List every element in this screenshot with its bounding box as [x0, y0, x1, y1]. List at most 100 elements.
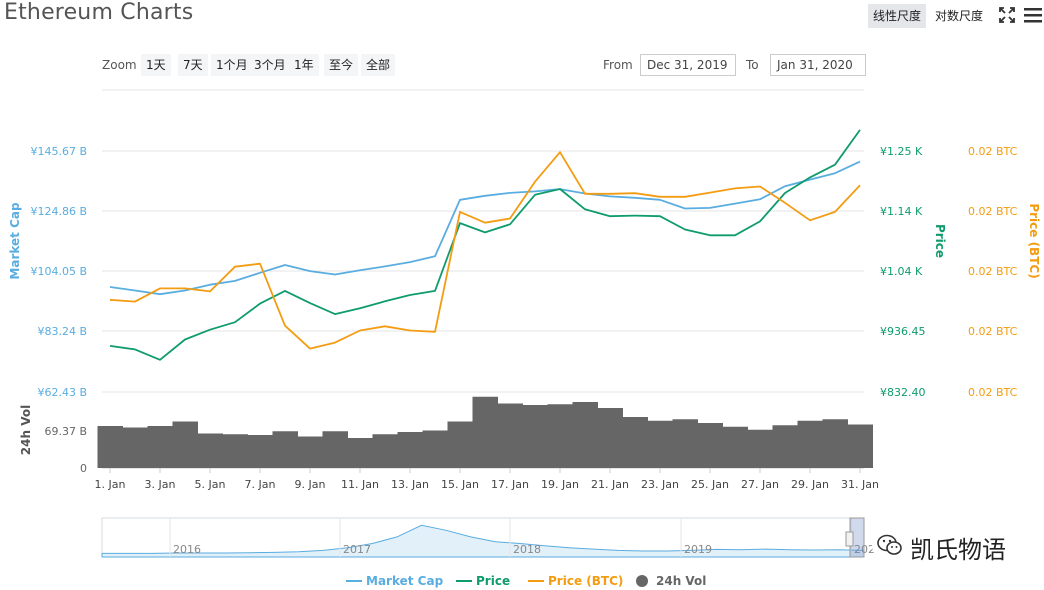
zoom-1m-button[interactable]: 1个月 [211, 54, 253, 76]
volume-axis-title: 24h Vol [19, 405, 33, 455]
x-tick-label: 21. Jan [591, 478, 629, 491]
from-date-input[interactable]: Dec 31, 2019 [640, 54, 736, 76]
volume-bar [122, 427, 148, 468]
zoom-3m-button[interactable]: 3个月 [249, 54, 291, 76]
price-tick-label: ¥1.25 K [880, 145, 923, 158]
expand-icon[interactable] [998, 6, 1016, 24]
volume-bar [97, 426, 123, 468]
market-cap-tick-label: ¥104.05 B [30, 265, 87, 278]
x-tick-label: 31. Jan [841, 478, 879, 491]
price-axis-title: Price [933, 224, 947, 258]
zoom-1d-button[interactable]: 1天 [141, 54, 171, 76]
volume-bar [172, 421, 198, 468]
volume-bar [297, 436, 323, 468]
price-tick-label: ¥832.40 [880, 386, 926, 399]
price-tick-label: ¥1.04 K [880, 265, 923, 278]
navigator-year-label: 2017 [343, 543, 371, 556]
volume-bar [272, 431, 298, 468]
price-btc-tick-label: 0.02 BTC [968, 205, 1018, 218]
x-tick-label: 11. Jan [341, 478, 379, 491]
x-tick-label: 5. Jan [195, 478, 226, 491]
volume-bar [697, 423, 723, 468]
volume-bar [147, 426, 173, 468]
volume-bar [722, 426, 748, 468]
volume-bar [572, 402, 598, 468]
volume-bar [347, 438, 373, 468]
volume-bar [472, 396, 498, 468]
navigator-year-label: 2016 [173, 543, 201, 556]
x-tick-label: 17. Jan [491, 478, 529, 491]
series-line-market-cap [109, 160, 861, 296]
volume-bar [197, 433, 223, 468]
volume-tick-label: 0 [80, 462, 87, 475]
volume-bar [447, 421, 473, 468]
log-scale-button[interactable]: 对数尺度 [930, 4, 988, 28]
series-line-price [109, 129, 861, 361]
legend-item: Price [476, 574, 510, 588]
price-tick-label: ¥936.45 [880, 325, 926, 338]
wechat-icon [877, 534, 902, 555]
watermark-logo [872, 527, 908, 563]
volume-bar [547, 404, 573, 468]
x-tick-label: 27. Jan [741, 478, 779, 491]
legend-swatch [636, 575, 648, 587]
zoom-label: Zoom [102, 58, 137, 72]
market-cap-tick-label: ¥145.67 B [30, 145, 87, 158]
price-btc-tick-label: 0.02 BTC [968, 386, 1018, 399]
price-btc-tick-label: 0.02 BTC [968, 265, 1018, 278]
navigator-frame [101, 517, 865, 558]
zoom-7d-button[interactable]: 7天 [178, 54, 208, 76]
volume-bar [747, 429, 773, 468]
zoom-all-button[interactable]: 全部 [361, 54, 396, 76]
to-date-input[interactable]: Jan 31, 2020 [770, 54, 866, 76]
x-tick-label: 25. Jan [691, 478, 729, 491]
x-tick-label: 1. Jan [95, 478, 126, 491]
legend-item: Price (BTC) [548, 574, 623, 588]
volume-bar [322, 431, 348, 468]
page-title: Ethereum Charts [4, 0, 194, 25]
volume-bar [522, 405, 548, 468]
watermark-text: 凯氏物语 [910, 536, 1006, 564]
x-tick-label: 19. Jan [541, 478, 579, 491]
legend-item: 24h Vol [656, 574, 706, 588]
zoom-1y-button[interactable]: 1年 [289, 54, 319, 76]
x-tick-label: 29. Jan [791, 478, 829, 491]
x-tick-label: 13. Jan [391, 478, 429, 491]
navigator-year-label: 2019 [684, 543, 712, 556]
price-btc-tick-label: 0.02 BTC [968, 145, 1018, 158]
zoom-ytd-button[interactable]: 至今 [324, 54, 359, 76]
menu-icon[interactable] [1023, 6, 1043, 24]
market-cap-tick-label: ¥83.24 B [37, 325, 87, 338]
price-btc-tick-label: 0.02 BTC [968, 325, 1018, 338]
volume-bar [797, 420, 823, 468]
x-tick-label: 7. Jan [245, 478, 276, 491]
volume-bar [647, 420, 673, 468]
volume-bar [497, 403, 523, 468]
volume-bar [622, 417, 648, 468]
volume-bar [372, 434, 398, 468]
navigator-series [101, 524, 865, 558]
from-label: From [603, 58, 633, 72]
x-tick-label: 15. Jan [441, 478, 479, 491]
x-tick-label: 3. Jan [145, 478, 176, 491]
market-cap-tick-label: ¥62.43 B [37, 386, 87, 399]
navigator-year-label: 2018 [513, 543, 541, 556]
volume-tick-label: 69.37 B [44, 425, 87, 438]
x-tick-label: 23. Jan [641, 478, 679, 491]
market-cap-tick-label: ¥124.86 B [30, 205, 87, 218]
volume-bar [847, 424, 873, 468]
legend-item: Market Cap [366, 574, 444, 588]
volume-bar [672, 419, 698, 468]
linear-scale-button[interactable]: 线性尺度 [868, 4, 927, 28]
volume-bar [822, 419, 848, 468]
price-btc-axis-title: Price (BTC) [1027, 203, 1041, 278]
navigator-handle [845, 531, 854, 547]
volume-bar [772, 425, 798, 468]
market-cap-axis-title: Market Cap [8, 202, 22, 280]
volume-bar [422, 430, 448, 468]
ethereum-chart: ¥145.67 B ¥124.86 B ¥104.05 B ¥83.24 B ¥62.4… [8, 89, 1041, 588]
to-label: To [746, 58, 759, 72]
volume-bar [247, 435, 273, 468]
volume-bar [597, 408, 623, 468]
navigator-window [849, 517, 865, 558]
